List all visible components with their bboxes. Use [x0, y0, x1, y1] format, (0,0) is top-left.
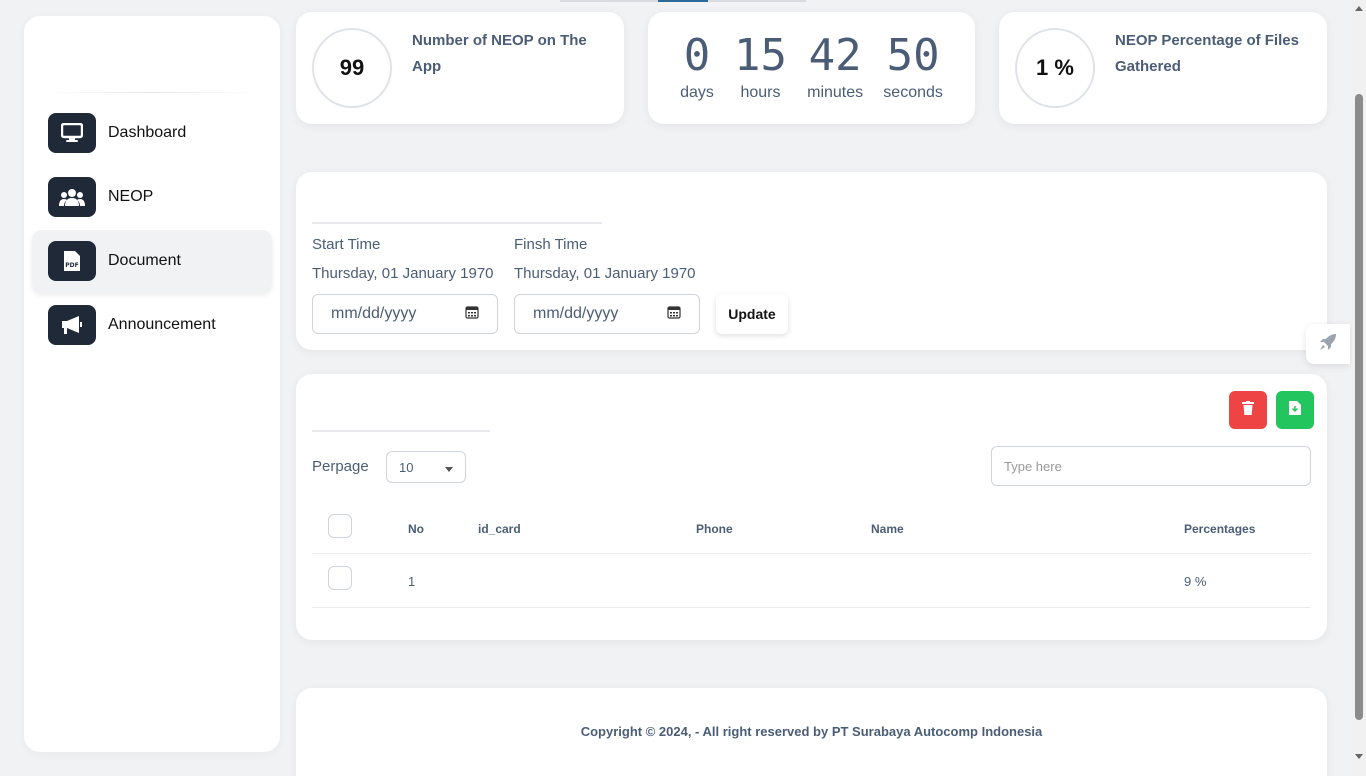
- countdown-seconds-label: seconds: [883, 84, 943, 101]
- scrollbar-thumb[interactable]: [1355, 94, 1363, 720]
- countdown-seconds: 50 seconds: [883, 30, 943, 102]
- percentage-title: NEOP Percentage of Files Gathered: [1115, 32, 1299, 75]
- calendar-icon[interactable]: [465, 305, 479, 324]
- search-input[interactable]: Type here: [991, 446, 1311, 486]
- users-icon: [48, 177, 96, 217]
- sidebar-brand: [24, 16, 280, 92]
- finish-date-placeholder: mm/dd/yyyy: [533, 305, 619, 322]
- sidebar-item-announcement[interactable]: Announcement: [32, 294, 272, 356]
- sidebar-item-label: Document: [108, 252, 181, 269]
- monitor-icon: [48, 113, 96, 153]
- sidebar-item-label: Dashboard: [108, 124, 187, 141]
- countdown-minutes-label: minutes: [807, 84, 864, 101]
- start-time-value: Thursday, 01 January 1970: [312, 265, 494, 282]
- countdown-seconds-value: 50: [886, 30, 940, 81]
- neop-count-card: 99 Number of NEOP on The App: [296, 12, 624, 124]
- floating-config-button[interactable]: [1306, 324, 1350, 364]
- countdown-hours-value: 15: [734, 30, 787, 81]
- countdown-card: 0 days 15 hours 42 minutes 50 seconds: [648, 12, 975, 124]
- countdown-days-label: days: [680, 84, 714, 101]
- calendar-icon[interactable]: [667, 305, 681, 324]
- copyright-text: Copyright © 2024, - All right reserved b…: [580, 724, 1043, 739]
- update-button[interactable]: Update: [716, 294, 788, 334]
- neop-count-title: Number of NEOP on The App: [412, 32, 587, 75]
- countdown: 0 days 15 hours 42 minutes 50 seconds: [648, 12, 975, 102]
- perpage-label: Perpage: [312, 458, 369, 475]
- start-time-label: Start Time: [312, 236, 381, 253]
- sidebar-item-label: Announcement: [108, 316, 216, 333]
- caret-down-icon: [445, 460, 453, 475]
- scroll-up-arrow-icon[interactable]: [1355, 6, 1363, 11]
- column-header-percentages[interactable]: Percentages: [1184, 522, 1255, 536]
- finish-time-label: Finsh Time: [514, 236, 588, 253]
- column-header-no[interactable]: No: [408, 522, 424, 536]
- row-checkbox[interactable]: [328, 566, 352, 590]
- neop-count-value: 99: [312, 28, 392, 108]
- percentage-card: 1 % NEOP Percentage of Files Gathered: [999, 12, 1327, 124]
- countdown-minutes: 42 minutes: [807, 30, 863, 102]
- perpage-select[interactable]: 10: [386, 451, 466, 483]
- perpage-value: 10: [399, 459, 414, 475]
- neop-table-card: Perpage 10 Type here No id_card Phone Na…: [296, 374, 1327, 640]
- sidebar-item-document[interactable]: PDF Document: [32, 230, 272, 292]
- column-header-phone[interactable]: Phone: [696, 522, 733, 536]
- search-placeholder: Type here: [1004, 458, 1062, 474]
- cell-no: 1: [408, 574, 416, 589]
- finish-time-value: Thursday, 01 January 1970: [514, 265, 696, 282]
- countdown-minutes-value: 42: [808, 30, 862, 81]
- date-filter-card: Start Time Thursday, 01 January 1970 Fin…: [296, 172, 1327, 350]
- table-header-divider: [312, 553, 1311, 554]
- delete-button[interactable]: [1229, 391, 1267, 429]
- rocket-icon: [1318, 332, 1338, 357]
- svg-text:PDF: PDF: [65, 262, 78, 269]
- pdf-file-icon: PDF: [48, 241, 96, 281]
- select-all-checkbox[interactable]: [328, 514, 352, 538]
- countdown-hours-label: hours: [740, 84, 781, 101]
- filter-title-underline: [312, 222, 602, 224]
- footer: Copyright © 2024, - All right reserved b…: [296, 688, 1327, 776]
- countdown-days-value: 0: [683, 30, 711, 81]
- column-header-id-card[interactable]: id_card: [478, 522, 521, 536]
- file-download-icon: [1289, 400, 1301, 420]
- sidebar-item-label: NEOP: [108, 188, 154, 205]
- sidebar: Dashboard NEOP PDF Document Announcement: [24, 16, 280, 752]
- page-scrollbar[interactable]: [1352, 0, 1366, 776]
- megaphone-icon: [48, 305, 96, 345]
- table-row-divider: [312, 607, 1311, 608]
- percentage-value: 1 %: [1015, 28, 1095, 108]
- cell-percentage: 9 %: [1184, 574, 1207, 589]
- sidebar-item-neop[interactable]: NEOP: [32, 166, 272, 228]
- export-button[interactable]: [1276, 391, 1314, 429]
- trash-icon: [1242, 400, 1254, 420]
- start-date-input[interactable]: mm/dd/yyyy: [312, 294, 498, 334]
- start-date-placeholder: mm/dd/yyyy: [331, 305, 417, 322]
- countdown-days: 0 days: [680, 30, 714, 102]
- finish-date-input[interactable]: mm/dd/yyyy: [514, 294, 700, 334]
- column-header-name[interactable]: Name: [871, 522, 904, 536]
- table-title-underline: [312, 430, 490, 432]
- countdown-hours: 15 hours: [734, 30, 787, 102]
- sidebar-divider: [40, 92, 264, 93]
- sidebar-item-dashboard[interactable]: Dashboard: [32, 102, 272, 164]
- top-tab-strip: [560, 0, 806, 2]
- scroll-down-arrow-icon[interactable]: [1355, 754, 1363, 759]
- sidebar-nav: Dashboard NEOP PDF Document Announcement: [32, 102, 272, 358]
- active-tab-indicator: [658, 0, 708, 2]
